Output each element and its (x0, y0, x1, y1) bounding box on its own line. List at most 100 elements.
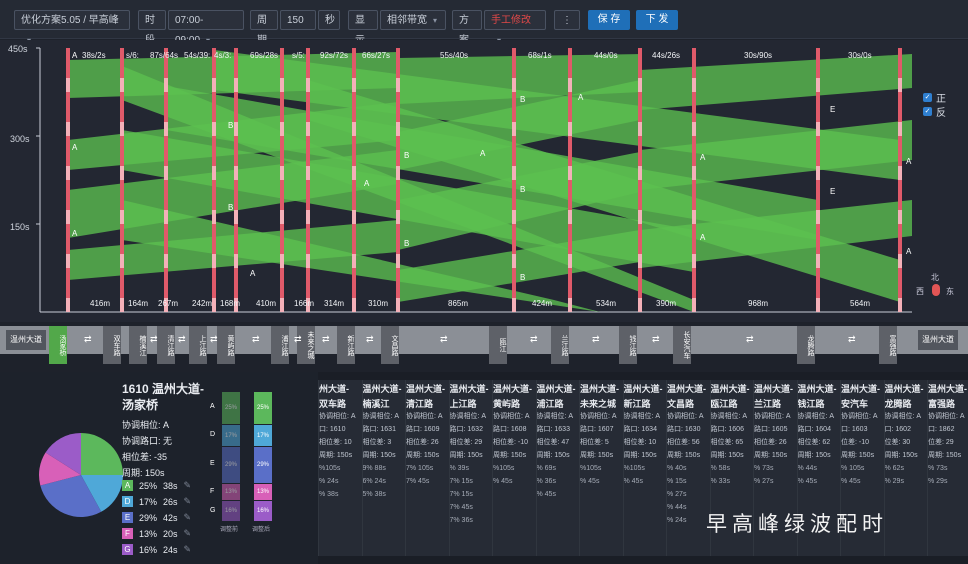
intersection-7[interactable]: 未来之城 (297, 326, 315, 364)
intersection-card[interactable]: 温州大道- 黄屿路 协调相位: A 路口: 1608 相位差: -10 周期: 150s%… (492, 380, 537, 556)
phase-letter: B (404, 239, 409, 248)
red-phase (396, 48, 400, 78)
phase-pie (39, 433, 123, 517)
card-title: 温州大道- (754, 384, 793, 394)
card-subtitle: 钱江路 (797, 399, 825, 409)
intersection-card[interactable]: 温州大道- 龙腾路 协调相位: A 口: 1602 位差: 30 周期: 150s % 62… (883, 380, 929, 556)
amber-phase (280, 254, 284, 268)
phase-row-G[interactable]: G 16% 24s ✎ (122, 544, 191, 555)
phase-sec: 20s (163, 528, 178, 539)
phase-letter: A (72, 143, 78, 152)
red-phase (280, 136, 284, 166)
compass-east: 东 (946, 287, 954, 296)
intersection-card[interactable]: 州大道- 双车路 协调相位: A 口: 1610 相位差: 10 周期: 150s %105… (318, 380, 363, 556)
intersection-11[interactable]: 兰江路 (551, 326, 569, 364)
red-phase (638, 224, 642, 254)
signal-bar (352, 48, 356, 312)
amber-phase (512, 166, 516, 180)
red-phase (568, 136, 572, 166)
red-phase (816, 136, 820, 166)
edit-icon[interactable]: ✎ (184, 496, 192, 507)
intersection-10[interactable]: 瓯江 (489, 326, 507, 364)
intersection-card[interactable]: 温州大道- 清江路 协调相位: A 路口: 1609 相位差: 26 周期: 150s 7%… (405, 380, 450, 556)
band-label: 38s/2s (82, 51, 106, 60)
intersection-15[interactable]: 富强路 (879, 326, 897, 364)
check-icon: ✓ (923, 106, 932, 116)
phase-row-F[interactable]: F 13% 20s ✎ (122, 528, 191, 539)
intersection-12[interactable]: 钱江路 (619, 326, 637, 364)
red-phase (280, 224, 284, 254)
red-phase (638, 92, 642, 122)
period-select[interactable]: 07:00-09:00▾ (168, 10, 244, 46)
intersection-2[interactable]: 楠溪江 (129, 326, 147, 364)
card-phase: 7% 15s (449, 478, 473, 485)
card-phase: % 73s (928, 465, 948, 472)
amber-phase (816, 122, 820, 136)
edit-icon[interactable]: ✎ (184, 480, 192, 491)
card-phase: % 33s (710, 478, 730, 485)
phase-row-E[interactable]: E 29% 42s ✎ (122, 512, 191, 523)
scheme-select[interactable]: 手工修改▾ (484, 10, 546, 45)
amber-phase (692, 210, 696, 224)
intersection-4[interactable]: 上江路 (189, 326, 207, 364)
legend-reverse[interactable]: ✓ 反 (923, 104, 946, 119)
card-phase: % 45s (841, 478, 861, 485)
legend-forward[interactable]: ✓ 正 (923, 90, 946, 105)
card-phase: % 45s (797, 478, 817, 485)
red-phase (568, 92, 572, 122)
intersection-card[interactable]: 温州大道- 文昌路 协调相位: A 路口: 1630 相位差: 56 周期: 150s % … (666, 380, 711, 556)
save-button[interactable]: 保 存 (588, 10, 630, 30)
intersection-1[interactable]: 双车路 (103, 326, 121, 364)
signal-bar (396, 48, 400, 312)
intersection-card[interactable]: 温州大道- 浦江路 协调相位: A 路口: 1633 相位差: 47 周期: 150s % … (535, 380, 581, 556)
card-phase: % 15s (667, 478, 687, 485)
display-select[interactable]: 相邻带宽 ▾ (380, 10, 446, 30)
edit-icon[interactable]: ✎ (184, 544, 192, 555)
phase-row-D[interactable]: D 17% 26s ✎ (122, 496, 191, 507)
bar-before-segment: 29% (222, 446, 240, 484)
phase-letter: B (520, 185, 525, 194)
plan-select[interactable]: 优化方案5.05 / 早高峰▾ (14, 10, 130, 45)
bidirectional-arrow-icon: ⇄ (592, 334, 599, 344)
red-phase (120, 92, 124, 122)
intersection-3[interactable]: 清江路 (157, 326, 175, 364)
intersection-6[interactable]: 浦江路 (271, 326, 289, 364)
red-phase (568, 48, 572, 78)
card-field: 周期: 150s (884, 452, 918, 459)
card-field: 路口: 1632 (449, 426, 483, 433)
amber-phase (568, 210, 572, 224)
distance-label: 314m (324, 299, 344, 308)
band-label: s/6: (126, 51, 139, 60)
more-button[interactable]: ⋮ (554, 10, 580, 30)
intersection-14[interactable]: 龙腾路 (797, 326, 815, 364)
red-phase (306, 48, 310, 78)
intersection-card[interactable]: 温州大道- 富强路 协调相位: A 口: 1862 位差: 29 周期: 150s % 73… (927, 380, 968, 556)
red-phase (692, 224, 696, 254)
intersection-card[interactable]: 温州大道- 楠溪江 协调相位: A 路口: 1631 相位差: 3 周期: 150s 9% … (361, 380, 407, 556)
phase-row-A[interactable]: A 25% 38s ✎ (122, 480, 191, 491)
bar-after-segment: 17% (254, 424, 272, 446)
cycle-input[interactable]: 150 (280, 10, 316, 30)
intersection-5[interactable]: 黄屿路 (217, 326, 235, 364)
intersection-card[interactable]: 温州大道- 上江路 协调相位: A 路口: 1632 相位差: 29 周期: 150s % … (448, 380, 494, 556)
intersection-13[interactable]: 长安汽车 (673, 326, 691, 364)
scheme-value: 手工修改 (491, 15, 531, 26)
red-phase (692, 268, 696, 298)
card-phase: %105s (319, 465, 341, 472)
red-phase (212, 224, 216, 254)
card-phase: 9% 88s (362, 465, 386, 472)
intersection-card[interactable]: 温州大道- 新江路 协调相位: A 路口: 1634 相位差: 10 周期: 150s %1… (622, 380, 668, 556)
intersection-0[interactable]: 汤家桥 (49, 326, 67, 364)
intersection-9[interactable]: 文昌路 (381, 326, 399, 364)
card-subtitle: 龙腾路 (884, 399, 912, 409)
send-button[interactable]: 下 发 (636, 10, 678, 30)
phase-tag: G (122, 544, 133, 555)
intersection-8[interactable]: 新江路 (337, 326, 355, 364)
card-phase: 7% 45s (406, 478, 430, 485)
edit-icon[interactable]: ✎ (184, 528, 192, 539)
check-icon: ✓ (923, 92, 932, 102)
intersection-card[interactable]: 温州大道- 未来之城 协调相位: A 路口: 1607 相位差: 5 周期: 150s %1… (579, 380, 624, 556)
edit-icon[interactable]: ✎ (184, 512, 192, 523)
red-phase (898, 92, 902, 122)
card-field: 路口: 1609 (406, 426, 440, 433)
